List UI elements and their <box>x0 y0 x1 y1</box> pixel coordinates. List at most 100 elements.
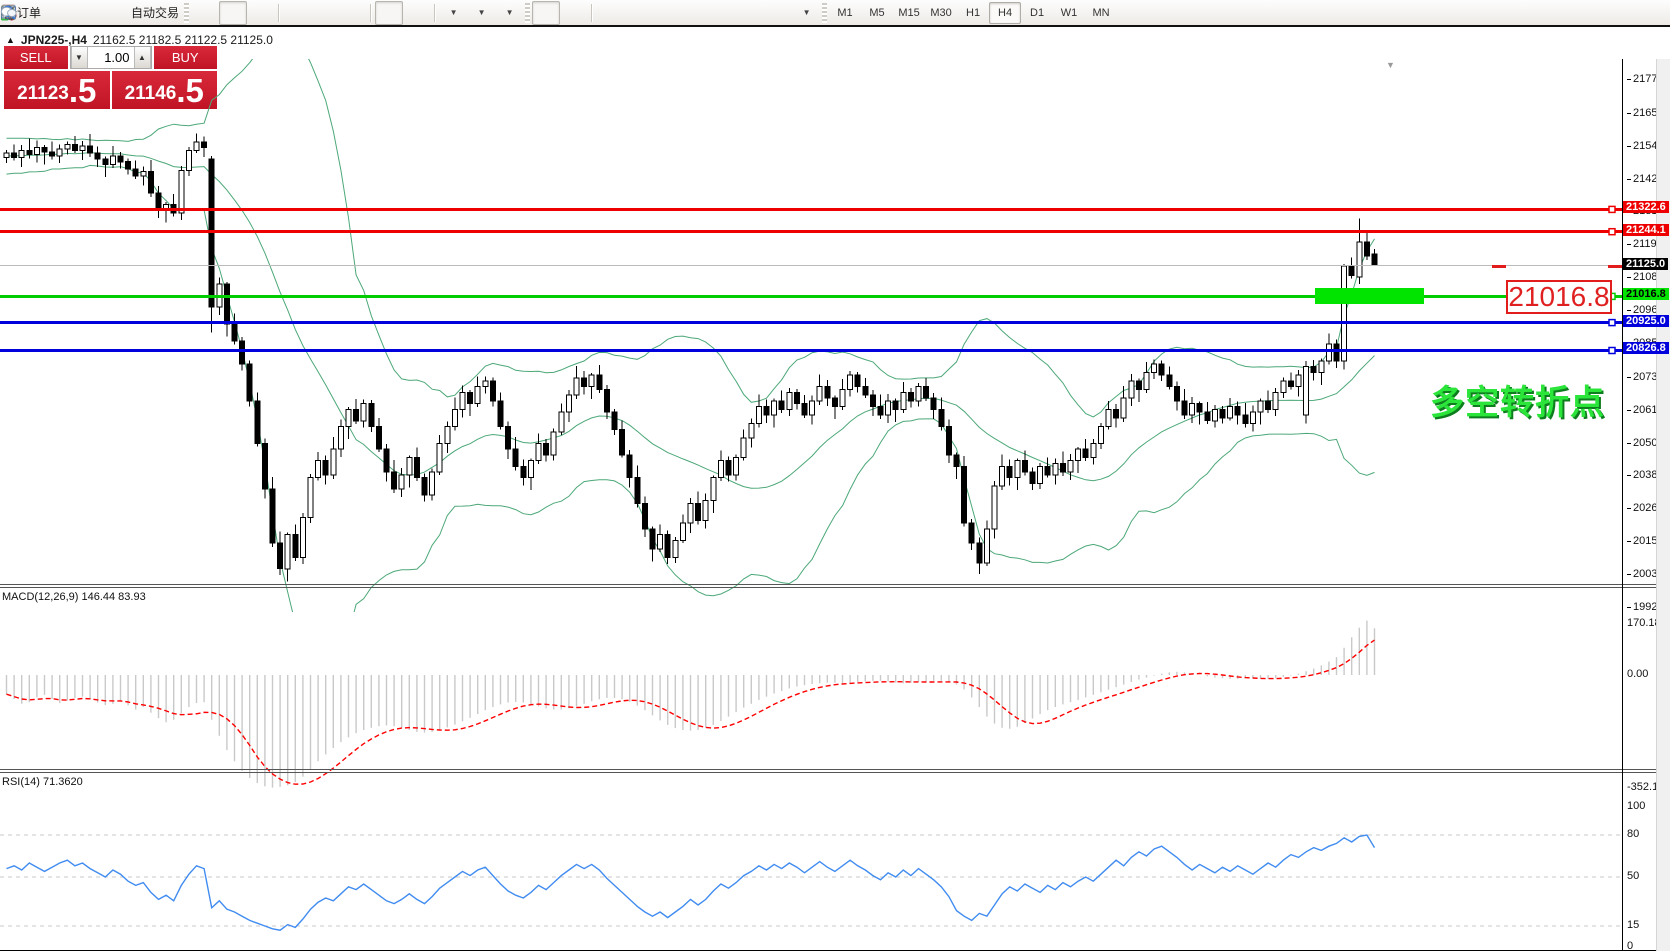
chart-shift-marker[interactable]: ▼ <box>1386 60 1395 70</box>
candle-body <box>725 460 732 476</box>
candle-body <box>839 388 846 407</box>
candle-body <box>87 145 94 154</box>
cursor-button[interactable] <box>5 0 561 25</box>
timeframe-button-m30[interactable]: M30 <box>925 2 957 24</box>
candle-body <box>527 460 534 479</box>
candle-body <box>467 391 474 405</box>
turning-point-note[interactable]: 多空转折点 <box>1430 375 1605 424</box>
line-chart-button[interactable] <box>1 1 275 25</box>
gold-button[interactable] <box>2 1 72 25</box>
candle-body <box>330 448 337 476</box>
candle-body <box>520 465 527 479</box>
template-button[interactable]: ▼ <box>1 1 523 25</box>
candle-body <box>664 534 671 558</box>
candle-body <box>26 149 33 156</box>
text-button[interactable]: A <box>4 1 764 25</box>
candle-body <box>436 443 443 473</box>
timeframe-button-mn[interactable]: MN <box>1085 2 1117 24</box>
market-watch-button[interactable] <box>1 1 100 25</box>
timeframe-button-d1[interactable]: D1 <box>1021 2 1053 24</box>
timeframe-button-w1[interactable]: W1 <box>1053 2 1085 24</box>
macd-label: MACD(12,26,9) 146.44 83.93 <box>2 591 146 603</box>
green-highlight-rect[interactable] <box>1315 288 1424 304</box>
dropdown-caret-icon: ▼ <box>802 8 811 17</box>
collapse-icon[interactable]: ▲ <box>6 35 15 45</box>
rsi-pane[interactable] <box>0 802 1656 949</box>
pane-separator[interactable] <box>0 769 1656 770</box>
arrows-button[interactable]: ▼ <box>3 1 820 25</box>
candle-body <box>953 454 960 467</box>
candle-body <box>1310 366 1317 373</box>
price-callout[interactable]: 21016.8 <box>1506 280 1612 314</box>
candle-body <box>1196 403 1203 413</box>
macd-pane[interactable] <box>0 617 1656 797</box>
candle-body <box>809 400 816 416</box>
candle-body <box>968 522 975 544</box>
trendline-button[interactable] <box>2 1 680 25</box>
candle-body <box>459 391 466 410</box>
period-button[interactable]: ▼ <box>1 1 495 25</box>
candle-body <box>277 542 284 570</box>
candle-body <box>398 474 405 490</box>
auto-scroll-button[interactable] <box>1 0 404 25</box>
candle-body <box>117 155 124 163</box>
timeframe-button-h1[interactable]: H1 <box>957 2 989 24</box>
equidistant-channel-button[interactable]: E <box>1 1 708 25</box>
candle-body <box>1181 400 1188 416</box>
chat-icon[interactable] <box>0 4 17 21</box>
line-handle[interactable] <box>1608 346 1616 355</box>
candle-body <box>755 406 762 425</box>
horizontal-line-button[interactable] <box>2 1 652 25</box>
candle-body <box>938 408 945 427</box>
zoom-in-button[interactable] <box>1 1 311 25</box>
candle-body <box>482 380 489 388</box>
fibonacci-button[interactable]: F <box>2 1 736 25</box>
candle-body <box>505 425 512 450</box>
price-line-badge: 21125.0 <box>1623 258 1669 270</box>
vertical-line-button[interactable] <box>7 1 624 25</box>
candle-body <box>717 460 724 479</box>
indicators-button[interactable]: ▼ <box>1 1 467 25</box>
line-handle[interactable] <box>1608 227 1616 236</box>
pane-separator[interactable] <box>0 772 1656 773</box>
candle-body <box>733 457 740 476</box>
candle-body <box>102 158 109 166</box>
callout-connector <box>1608 265 1622 268</box>
candle-body <box>862 386 869 396</box>
tile-windows-button[interactable] <box>1 1 367 25</box>
timeframe-button-m1[interactable]: M1 <box>829 2 861 24</box>
rsi-axis-label: 100 <box>1627 800 1646 812</box>
candle-body <box>892 400 899 410</box>
chart-shift-button[interactable] <box>1 1 431 25</box>
timeframe-button-m15[interactable]: M15 <box>893 2 925 24</box>
timeframe-button-h4[interactable]: H4 <box>989 1 1022 24</box>
timeframe-button-m5[interactable]: M5 <box>861 2 893 24</box>
candle-body <box>854 374 861 388</box>
text-label-button[interactable]: T <box>1 1 792 25</box>
pane-separator[interactable] <box>0 587 1656 588</box>
candle-body <box>915 386 922 402</box>
candle-body <box>33 147 40 156</box>
candle-body <box>1242 414 1249 424</box>
line-handle[interactable] <box>1608 318 1616 327</box>
candle-body <box>1341 265 1348 362</box>
candle-body <box>1067 460 1074 473</box>
crosshair-button[interactable] <box>2 1 588 25</box>
candle-body <box>223 283 230 325</box>
pane-separator[interactable] <box>0 584 1656 585</box>
broadcast-button[interactable] <box>1 1 128 25</box>
candle-chart-button[interactable] <box>1 0 248 25</box>
auto-trade-button[interactable]: 自动交易 <box>1 1 182 25</box>
candle-body <box>512 448 519 467</box>
candle-body <box>132 168 139 177</box>
toolbar-grip <box>184 2 190 23</box>
price-chart-pane[interactable] <box>0 59 1656 612</box>
line-handle[interactable] <box>1608 205 1616 214</box>
trading-terminal-window: 新订单 自动交易 ▼ ▼ ▼ ▼ M1 M5 M15 M30 H1 H4 D1 … <box>0 0 1670 951</box>
candle-body <box>1059 462 1066 473</box>
candle-body <box>292 534 299 558</box>
candle-body <box>611 411 618 430</box>
zoom-out-button[interactable] <box>1 1 339 25</box>
candle-body <box>771 400 778 416</box>
bar-chart-button[interactable] <box>1 1 219 25</box>
